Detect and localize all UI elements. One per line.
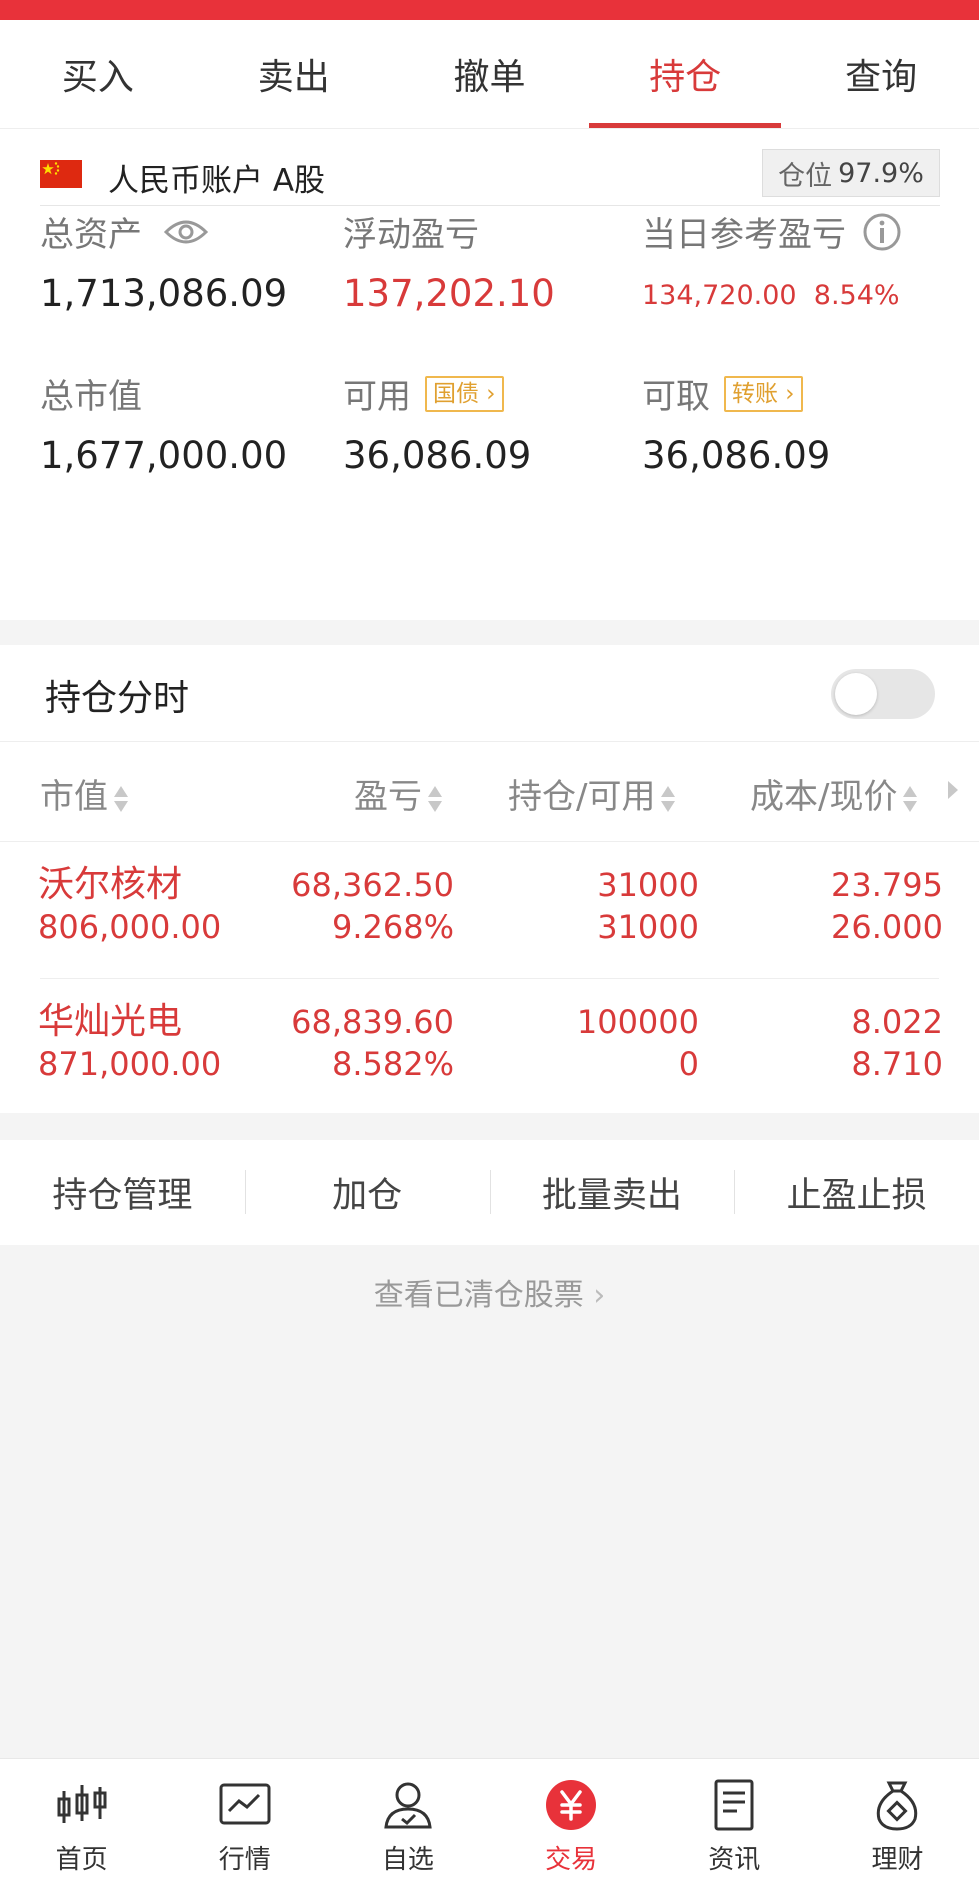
today-pl-value: 134,720.00: [642, 280, 797, 311]
view-cleared-stocks-link[interactable]: 查看已清仓股票 ›: [0, 1270, 979, 1314]
holdings-table-header: 市值 盈亏 持仓/可用 成本/现价: [0, 741, 979, 842]
nav-market[interactable]: 行情: [163, 1759, 326, 1879]
info-icon[interactable]: [862, 212, 902, 252]
nav-label: 交易: [545, 1845, 598, 1875]
trade-tabs: 买入 卖出 撤单 持仓 查询: [0, 20, 979, 129]
nav-home[interactable]: 首页: [0, 1759, 163, 1879]
chevron-right-icon[interactable]: [946, 779, 960, 801]
stop-profit-loss-button[interactable]: 止盈止损: [734, 1140, 979, 1245]
withdrawable-value: 36,086.09: [642, 434, 831, 477]
tab-query[interactable]: 查询: [783, 20, 979, 128]
stock-price: 26.000: [831, 908, 943, 946]
float-pl: 浮动盈亏 137,202.10: [343, 215, 555, 315]
sort-icon: [903, 784, 918, 814]
account-summary: 人民币账户 A股 仓位 97.9% 总资产 1,713,086.09 浮动盈亏 1…: [0, 129, 979, 620]
stock-position: 100000: [576, 1003, 699, 1041]
stock-cost: 23.795: [831, 866, 943, 904]
nav-label: 行情: [218, 1845, 271, 1875]
nav-label: 首页: [55, 1845, 108, 1875]
nav-label: 理财: [871, 1845, 924, 1875]
total-assets: 总资产 1,713,086.09: [40, 215, 288, 315]
holdings-section: 持仓分时 市值 盈亏 持仓/可用 成本/现价 沃尔核材 806,000.00 6…: [0, 645, 979, 1113]
nav-wealth[interactable]: 理财: [816, 1759, 979, 1879]
stock-name: 沃尔核材: [38, 864, 183, 905]
nav-news[interactable]: 资讯: [653, 1759, 816, 1879]
table-row[interactable]: 华灿光电 871,000.00 68,839.60 8.582% 100000 …: [0, 979, 979, 1116]
today-pl: 当日参考盈亏 134,720.00 8.54%: [642, 207, 902, 311]
position-ratio-badge: 仓位 97.9%: [762, 149, 940, 197]
stock-available: 31000: [597, 908, 699, 946]
tab-cancel-order[interactable]: 撤单: [392, 20, 588, 128]
tab-buy[interactable]: 买入: [0, 20, 196, 128]
stock-pl-percent: 8.582%: [331, 1045, 454, 1083]
eye-icon[interactable]: [164, 218, 208, 246]
nav-label: 资讯: [708, 1845, 761, 1875]
market-value: 总市值 1,677,000.00: [40, 377, 288, 477]
money-bag-icon: [877, 1781, 918, 1831]
holdings-intraday-toggle[interactable]: [831, 669, 935, 719]
treasury-bond-button[interactable]: 国债 ›: [425, 375, 504, 412]
document-icon: [714, 1779, 754, 1831]
account-selector[interactable]: 人民币账户 A股 仓位 97.9%: [40, 147, 940, 206]
user-star-icon: [384, 1782, 432, 1829]
chevron-right-icon: ›: [593, 1278, 606, 1313]
col-market-value[interactable]: 市值: [40, 769, 128, 818]
nav-watchlist[interactable]: 自选: [326, 1759, 489, 1879]
chart-line-icon: [219, 1783, 271, 1825]
holdings-title: 持仓分时: [45, 678, 190, 719]
available-value: 36,086.09: [343, 434, 532, 477]
col-pl[interactable]: 盈亏: [354, 769, 442, 818]
account-name: 人民币账户 A股: [108, 163, 326, 199]
stock-pl: 68,362.50: [291, 866, 454, 904]
status-bar: [0, 0, 979, 20]
stock-name: 华灿光电: [38, 1001, 183, 1042]
stock-market-value: 871,000.00: [38, 1045, 222, 1083]
nav-label: 自选: [381, 1845, 434, 1875]
nav-trade[interactable]: 交易: [490, 1759, 653, 1879]
stock-position: 31000: [597, 866, 699, 904]
stock-pl: 68,839.60: [291, 1003, 454, 1041]
tab-sell[interactable]: 卖出: [196, 20, 392, 128]
stock-price: 8.710: [851, 1045, 943, 1083]
sort-icon: [661, 784, 676, 814]
tab-holdings[interactable]: 持仓: [587, 20, 783, 128]
bottom-nav: 首页 行情 自选 交易 资讯 理财: [0, 1758, 979, 1879]
available-funds: 可用 国债 › 36,086.09: [343, 375, 532, 477]
batch-sell-button[interactable]: 批量卖出: [489, 1140, 735, 1245]
col-cost-price[interactable]: 成本/现价: [750, 769, 918, 818]
total-assets-value: 1,713,086.09: [40, 272, 288, 315]
china-flag-icon: [40, 160, 82, 188]
stock-market-value: 806,000.00: [38, 908, 222, 946]
float-pl-value: 137,202.10: [343, 272, 555, 315]
yuan-icon: [546, 1780, 597, 1830]
market-value-value: 1,677,000.00: [40, 434, 288, 477]
stock-pl-percent: 9.268%: [331, 908, 454, 946]
add-position-button[interactable]: 加仓: [244, 1140, 490, 1245]
sort-icon: [114, 784, 128, 814]
manage-holdings-button[interactable]: 持仓管理: [0, 1140, 245, 1245]
stock-available: 0: [678, 1045, 699, 1083]
withdrawable-funds: 可取 转账 › 36,086.09: [642, 375, 831, 477]
col-position[interactable]: 持仓/可用: [508, 769, 676, 818]
table-row[interactable]: 沃尔核材 806,000.00 68,362.50 9.268% 31000 3…: [0, 842, 979, 979]
transfer-button[interactable]: 转账 ›: [724, 375, 803, 412]
today-pl-percent: 8.54%: [813, 280, 900, 311]
holdings-actions: 持仓管理 加仓 批量卖出 止盈止损: [0, 1140, 979, 1245]
candlestick-icon: [57, 1785, 107, 1823]
stock-cost: 8.022: [851, 1003, 943, 1041]
sort-icon: [428, 784, 442, 814]
